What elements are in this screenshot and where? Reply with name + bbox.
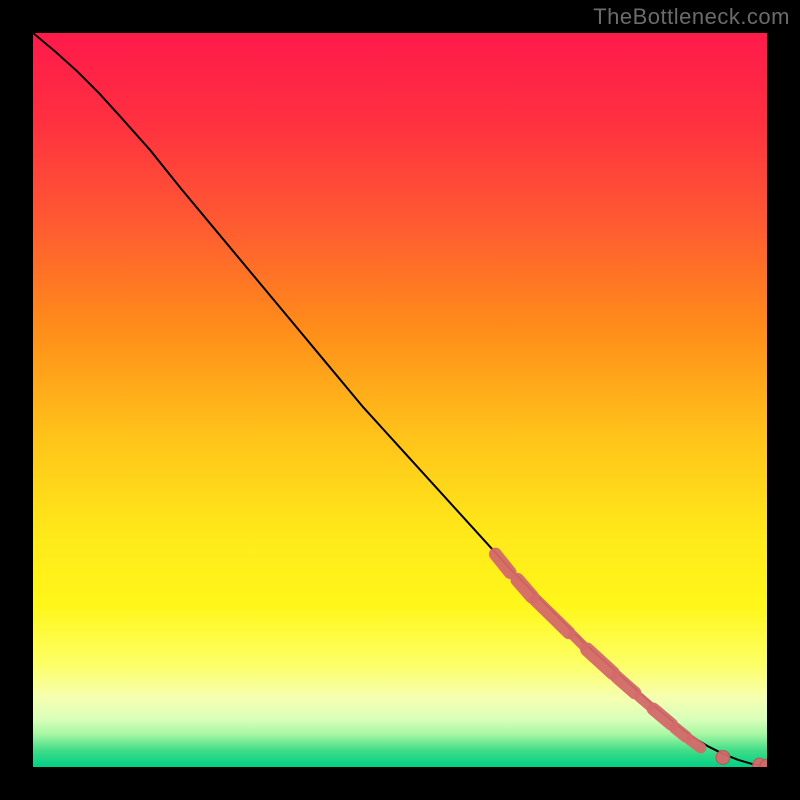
highlight-segment [653,709,671,724]
highlight-segment [617,677,635,693]
watermark-label: TheBottleneck.com [593,4,790,30]
highlight-segment [572,635,583,646]
plot-area [33,33,767,767]
highlight-segment [675,728,686,737]
performance-curve [33,33,767,766]
chart-overlay [33,33,767,767]
highlight-segment [536,600,569,632]
highlight-segment [495,554,510,572]
highlight-segment [517,580,532,597]
data-markers [716,750,767,767]
highlight-segment [690,740,701,748]
data-marker [716,750,730,764]
highlight-segment [639,697,650,707]
highlight-segments [495,554,701,748]
highlight-segment [587,650,613,673]
chart-frame: TheBottleneck.com [0,0,800,800]
